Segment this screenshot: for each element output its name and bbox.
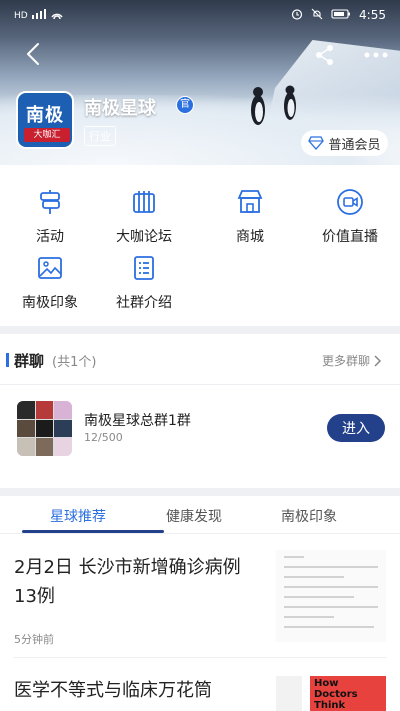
shop-icon [237,190,263,213]
divider [0,384,400,385]
article-title[interactable]: 2月2日 长沙市新增确诊病例 13例 [14,553,241,611]
tab-impression[interactable]: 南极印象 [281,506,337,526]
section-divider [0,488,400,496]
status-bar: HD 4:55 [0,0,400,30]
menu-item-intro[interactable]: 社群介绍 [94,254,194,312]
menu-label: 南极印象 [22,295,78,311]
group-avatar[interactable] [17,401,72,456]
article-title[interactable]: 医学不等式与临床万花筒 [14,676,212,705]
menu-label: 大咖论坛 [116,229,172,245]
book-cover: How Doctors Think [310,676,386,711]
share-button[interactable] [314,44,336,66]
category-tag: 行业 [84,126,116,146]
content-tabs: 星球推荐 健康发现 南极印象 [0,500,400,534]
menu-item-activity[interactable]: 活动 [0,188,100,246]
group-member-count: 12/500 [84,431,123,444]
share-icon [316,45,333,65]
more-button[interactable] [362,44,390,66]
logo-subtext: 大咖汇 [24,128,70,142]
page-title: 南极星球 [84,98,156,119]
menu-label: 商城 [236,229,264,245]
signpost-icon [40,190,60,214]
logo-text: 南极 [26,105,64,126]
group-chat-title: 群聊 [14,352,45,370]
penguins-decoration [251,85,296,125]
chevron-left-icon [27,43,39,65]
book-spine [276,676,302,711]
menu-label: 活动 [36,229,64,245]
article-title-line: 2月2日 长沙市新增确诊病例 [14,557,241,578]
article-time: 5分钟前 [14,633,54,646]
group-chat-count: (共1个) [52,355,97,370]
mute-icon [311,8,323,23]
article-title-line: 13例 [14,586,55,607]
back-button[interactable] [22,42,46,66]
more-groups-link[interactable]: 更多群聊 [322,352,382,369]
image-icon [38,257,62,279]
signal-icon: HD [14,8,66,23]
member-badge-button[interactable]: 普通会员 [301,130,388,156]
forum-icon [133,191,155,213]
menu-item-shop[interactable]: 商城 [200,188,300,246]
group-logo: 南极 大咖汇 [16,91,74,149]
svg-text:HD: HD [14,11,28,20]
group-name[interactable]: 南极星球总群1群 [84,410,191,430]
feature-menu: 活动 大咖论坛 商城 价值直播 南极印象 社群介绍 [0,178,400,318]
article-thumbnail[interactable]: How Doctors Think [276,676,386,711]
clock-time: 4:55 [359,8,386,22]
active-tab-indicator [22,530,164,533]
verified-badge: 官 [176,96,194,114]
more-icon [364,52,388,58]
battery-icon [331,8,351,23]
menu-item-impression[interactable]: 南极印象 [0,254,100,312]
tab-health-discovery[interactable]: 健康发现 [166,506,222,526]
book-title: How Doctors Think [314,678,358,711]
menu-label: 价值直播 [322,229,378,245]
menu-item-live[interactable]: 价值直播 [300,188,400,246]
divider [14,657,386,658]
article-thumbnail[interactable] [276,550,386,642]
more-groups-label: 更多群聊 [322,354,371,368]
chevron-right-icon [374,354,382,367]
video-icon [337,189,363,215]
alarm-icon [291,8,303,23]
list-icon [134,256,154,280]
member-label: 普通会员 [328,137,381,153]
tab-planet-recommend[interactable]: 星球推荐 [50,506,106,526]
diamond-icon [308,136,325,150]
section-accent-bar [6,353,9,367]
enter-group-button[interactable]: 进入 [327,414,385,442]
menu-item-forum[interactable]: 大咖论坛 [94,188,194,246]
section-divider [0,326,400,334]
menu-label: 社群介绍 [116,295,172,311]
